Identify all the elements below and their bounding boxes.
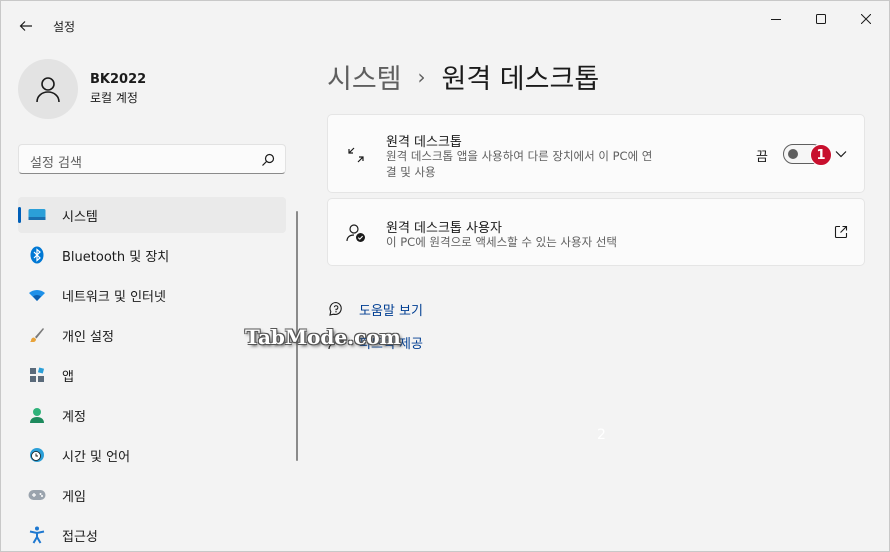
sidebar-item-gaming[interactable]: 게임 xyxy=(18,477,286,513)
sidebar-item-label: 네트워크 및 인터넷 xyxy=(62,289,166,305)
app-title: 설정 xyxy=(53,20,76,34)
time-language-icon xyxy=(28,446,46,464)
sidebar-item-apps[interactable]: 앱 xyxy=(18,357,286,393)
minimize-button[interactable] xyxy=(753,1,799,37)
remote-desktop-icon xyxy=(348,147,364,163)
person-icon xyxy=(36,77,60,103)
open-external-icon[interactable] xyxy=(834,225,848,239)
remote-desktop-users-card[interactable]: 원격 데스크톱 사용자 이 PC에 원격으로 액세스할 수 있는 사용자 선택 xyxy=(327,198,865,266)
sidebar-item-label: 계정 xyxy=(62,409,86,425)
back-arrow-icon xyxy=(19,21,32,31)
settings-window: 설정 BK2022 로컬 계정 설정 검색 시스템 Bluetooth 및 장치… xyxy=(0,0,890,552)
sidebar-item-network[interactable]: 네트워크 및 인터넷 xyxy=(18,277,286,313)
toggle-knob xyxy=(788,149,798,159)
title-bar: 설정 xyxy=(1,1,890,49)
annotation-badge: 1 xyxy=(810,144,832,166)
help-link[interactable]: 도움말 보기 xyxy=(327,299,423,319)
maximize-button[interactable] xyxy=(798,1,844,37)
breadcrumb: 시스템 › 원격 데스크톱 xyxy=(327,57,599,96)
system-icon xyxy=(28,206,46,224)
gamepad-icon xyxy=(28,486,46,504)
sidebar-item-system[interactable]: 시스템 xyxy=(18,197,286,233)
remote-users-description: 이 PC에 원격으로 액세스할 수 있는 사용자 선택 xyxy=(386,235,617,249)
profile-name: BK2022 xyxy=(90,72,147,87)
minimize-icon xyxy=(771,19,781,20)
settings-search-box[interactable]: 설정 검색 xyxy=(18,144,286,174)
user-profile[interactable]: BK2022 로컬 계정 xyxy=(18,59,146,119)
maximize-icon xyxy=(816,14,826,24)
user-check-icon xyxy=(346,224,365,242)
help-icon xyxy=(327,300,345,318)
page-title: 원격 데스크톱 xyxy=(441,64,600,95)
sidebar-item-time-language[interactable]: 시간 및 언어 xyxy=(18,437,286,473)
sidebar-item-accounts[interactable]: 계정 xyxy=(18,397,286,433)
sidebar-item-label: 시간 및 언어 xyxy=(62,449,131,465)
sidebar-item-label: Bluetooth 및 장치 xyxy=(62,249,170,265)
sidebar-nav: 시스템 Bluetooth 및 장치 네트워크 및 인터넷 개인 설정 앱 계정… xyxy=(18,197,286,552)
account-icon xyxy=(28,406,46,424)
search-input[interactable]: 설정 검색 xyxy=(30,152,82,171)
remote-desktop-description: 원격 데스크톱 앱을 사용하여 다른 장치에서 이 PC에 연결 및 사용 xyxy=(386,149,653,179)
watermark: TabMode.com xyxy=(245,325,401,349)
sidebar-item-label: 접근성 xyxy=(62,529,98,545)
sidebar-item-label: 게임 xyxy=(62,489,86,505)
sidebar-item-label: 앱 xyxy=(62,369,74,385)
accessibility-icon xyxy=(28,526,46,544)
wifi-icon xyxy=(28,286,46,304)
avatar xyxy=(18,59,78,119)
apps-icon xyxy=(28,366,46,384)
sidebar-item-bluetooth[interactable]: Bluetooth 및 장치 xyxy=(18,237,286,273)
brush-icon xyxy=(28,326,46,344)
sidebar-item-accessibility[interactable]: 접근성 xyxy=(18,517,286,552)
sidebar-item-label: 시스템 xyxy=(62,209,98,225)
sidebar-item-label: 개인 설정 xyxy=(62,329,114,345)
help-link-label[interactable]: 도움말 보기 xyxy=(359,300,423,319)
search-icon[interactable] xyxy=(260,152,276,168)
remote-desktop-card[interactable]: 원격 데스크톱 원격 데스크톱 앱을 사용하여 다른 장치에서 이 PC에 연결… xyxy=(327,114,865,193)
close-button[interactable] xyxy=(843,1,889,37)
profile-account-type: 로컬 계정 xyxy=(90,91,138,105)
close-icon xyxy=(861,14,871,24)
toggle-state-label: 끔 xyxy=(756,150,768,165)
back-button[interactable] xyxy=(13,13,39,39)
breadcrumb-parent[interactable]: 시스템 xyxy=(327,57,402,96)
chevron-down-icon[interactable] xyxy=(834,147,848,161)
annotation-marker: 2 xyxy=(597,427,606,443)
breadcrumb-separator: › xyxy=(417,64,426,89)
bluetooth-icon xyxy=(28,246,46,264)
